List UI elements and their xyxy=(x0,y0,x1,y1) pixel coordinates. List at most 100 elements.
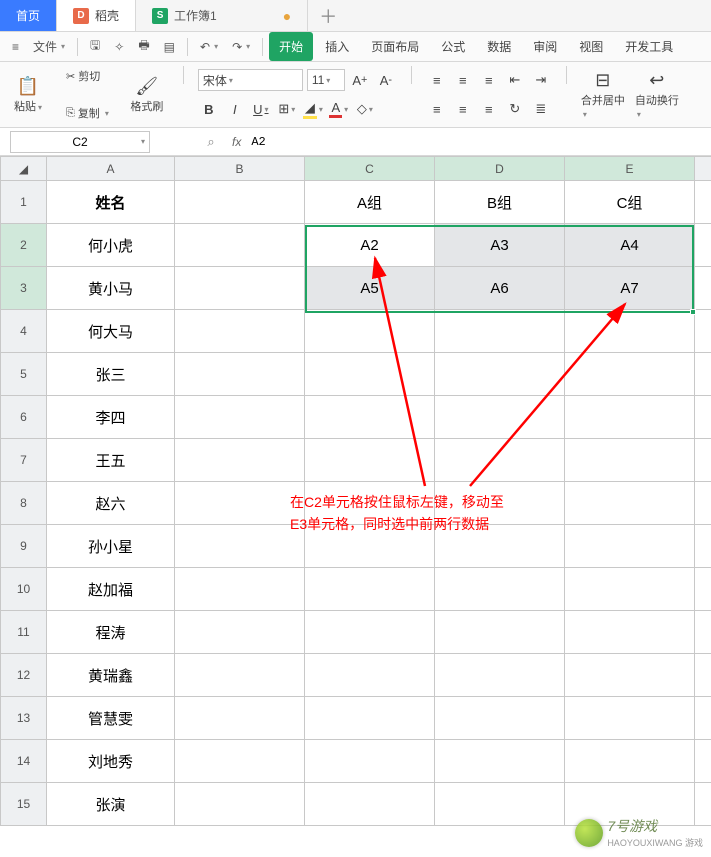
cell[interactable]: 何小虎 xyxy=(47,224,175,267)
redo-button[interactable]: ↷ xyxy=(226,36,256,58)
tab-add-button[interactable]: ＋ xyxy=(308,0,348,31)
cell[interactable] xyxy=(435,783,565,826)
cell[interactable] xyxy=(695,611,711,654)
cell[interactable] xyxy=(565,568,695,611)
row-header[interactable]: 13 xyxy=(1,697,47,740)
decrease-font-icon[interactable]: A- xyxy=(375,69,397,91)
cell[interactable] xyxy=(565,740,695,783)
align-top-icon[interactable]: ≡ xyxy=(426,69,448,91)
border-button[interactable]: ⊞ xyxy=(276,98,298,120)
cell[interactable]: A4 xyxy=(565,224,695,267)
cell[interactable] xyxy=(695,396,711,439)
ribbon-tab-review[interactable]: 审阅 xyxy=(523,32,567,61)
cell[interactable]: 管慧雯 xyxy=(47,697,175,740)
cell[interactable]: A组 xyxy=(305,181,435,224)
cell[interactable] xyxy=(175,697,305,740)
format-painter-button[interactable]: 🖌 格式刷 xyxy=(125,66,169,122)
cell[interactable] xyxy=(175,439,305,482)
indent-increase-icon[interactable]: ⇥ xyxy=(530,69,552,91)
increase-font-icon[interactable]: A+ xyxy=(349,69,371,91)
cell[interactable]: A3 xyxy=(435,224,565,267)
cell[interactable]: 张三 xyxy=(47,353,175,396)
cell[interactable] xyxy=(565,353,695,396)
row-header[interactable]: 9 xyxy=(1,525,47,568)
cell[interactable] xyxy=(695,439,711,482)
cell[interactable] xyxy=(695,525,711,568)
ribbon-tab-formula[interactable]: 公式 xyxy=(431,32,475,61)
cell[interactable]: 黄小马 xyxy=(47,267,175,310)
select-all-corner[interactable]: ◢ xyxy=(1,157,47,181)
col-header-next[interactable] xyxy=(695,157,711,181)
align-right-icon[interactable]: ≡ xyxy=(478,98,500,120)
undo-button[interactable]: ↶ xyxy=(194,36,224,58)
cell[interactable] xyxy=(435,396,565,439)
cell[interactable] xyxy=(695,181,711,224)
row-header[interactable]: 8 xyxy=(1,482,47,525)
font-color-button[interactable]: A xyxy=(328,98,350,120)
copy-button[interactable]: ⎘复制 xyxy=(60,103,115,123)
cell[interactable] xyxy=(175,267,305,310)
row-header[interactable]: 10 xyxy=(1,568,47,611)
cell[interactable] xyxy=(435,439,565,482)
cell[interactable] xyxy=(435,310,565,353)
cell[interactable] xyxy=(305,568,435,611)
cell[interactable] xyxy=(435,568,565,611)
cell[interactable] xyxy=(565,396,695,439)
row-header[interactable]: 3 xyxy=(1,267,47,310)
row-header[interactable]: 2 xyxy=(1,224,47,267)
cell[interactable] xyxy=(565,611,695,654)
tab-home[interactable]: 首页 xyxy=(0,0,57,31)
print-preview-icon[interactable]: ▤ xyxy=(158,36,181,58)
cell[interactable] xyxy=(305,396,435,439)
print-icon[interactable]: 🖶 xyxy=(132,32,155,61)
wrap-text-button[interactable]: ↩ 自动换行 xyxy=(635,66,679,122)
cell[interactable] xyxy=(695,353,711,396)
cell[interactable]: 赵加福 xyxy=(47,568,175,611)
cut-button[interactable]: ✂剪切 xyxy=(60,66,115,86)
cell[interactable]: B组 xyxy=(435,181,565,224)
cell[interactable]: 王五 xyxy=(47,439,175,482)
row-header[interactable]: 12 xyxy=(1,654,47,697)
cell[interactable] xyxy=(305,783,435,826)
cell[interactable] xyxy=(175,310,305,353)
cell[interactable]: A6 xyxy=(435,267,565,310)
cell[interactable] xyxy=(695,310,711,353)
merge-center-button[interactable]: ⊟ 合并居中 xyxy=(581,66,625,122)
cell[interactable]: A5 xyxy=(305,267,435,310)
cell[interactable] xyxy=(695,568,711,611)
align-bottom-icon[interactable]: ≡ xyxy=(478,69,500,91)
fill-color-button[interactable]: ◢ xyxy=(302,98,324,120)
cell[interactable] xyxy=(695,697,711,740)
cell[interactable] xyxy=(435,611,565,654)
cell[interactable] xyxy=(305,740,435,783)
selection-handle[interactable] xyxy=(690,309,696,315)
file-menu[interactable]: 文件 xyxy=(27,34,71,59)
cell[interactable]: 刘地秀 xyxy=(47,740,175,783)
row-header[interactable]: 1 xyxy=(1,181,47,224)
zoom-lens-icon[interactable]: ⌕ xyxy=(200,131,222,153)
underline-button[interactable]: U xyxy=(250,98,272,120)
cell[interactable] xyxy=(175,611,305,654)
row-header[interactable]: 4 xyxy=(1,310,47,353)
cell[interactable] xyxy=(565,439,695,482)
font-name-select[interactable]: 宋体 xyxy=(198,69,303,91)
row-header[interactable]: 7 xyxy=(1,439,47,482)
col-header-a[interactable]: A xyxy=(47,157,175,181)
cell[interactable] xyxy=(305,611,435,654)
col-header-d[interactable]: D xyxy=(435,157,565,181)
cell[interactable] xyxy=(435,654,565,697)
cell-style-button[interactable]: ◇ xyxy=(354,98,376,120)
cell[interactable] xyxy=(305,439,435,482)
app-menu-icon[interactable]: ≡ xyxy=(6,36,25,58)
ribbon-tab-insert[interactable]: 插入 xyxy=(315,32,359,61)
save-icon[interactable]: 🖫 xyxy=(84,32,106,61)
cell[interactable] xyxy=(695,224,711,267)
cell[interactable] xyxy=(175,353,305,396)
cell[interactable] xyxy=(435,697,565,740)
cell[interactable]: 孙小星 xyxy=(47,525,175,568)
italic-button[interactable]: I xyxy=(224,98,246,120)
cell[interactable] xyxy=(175,525,305,568)
cell[interactable] xyxy=(305,353,435,396)
cell[interactable] xyxy=(175,224,305,267)
cell[interactable] xyxy=(695,740,711,783)
